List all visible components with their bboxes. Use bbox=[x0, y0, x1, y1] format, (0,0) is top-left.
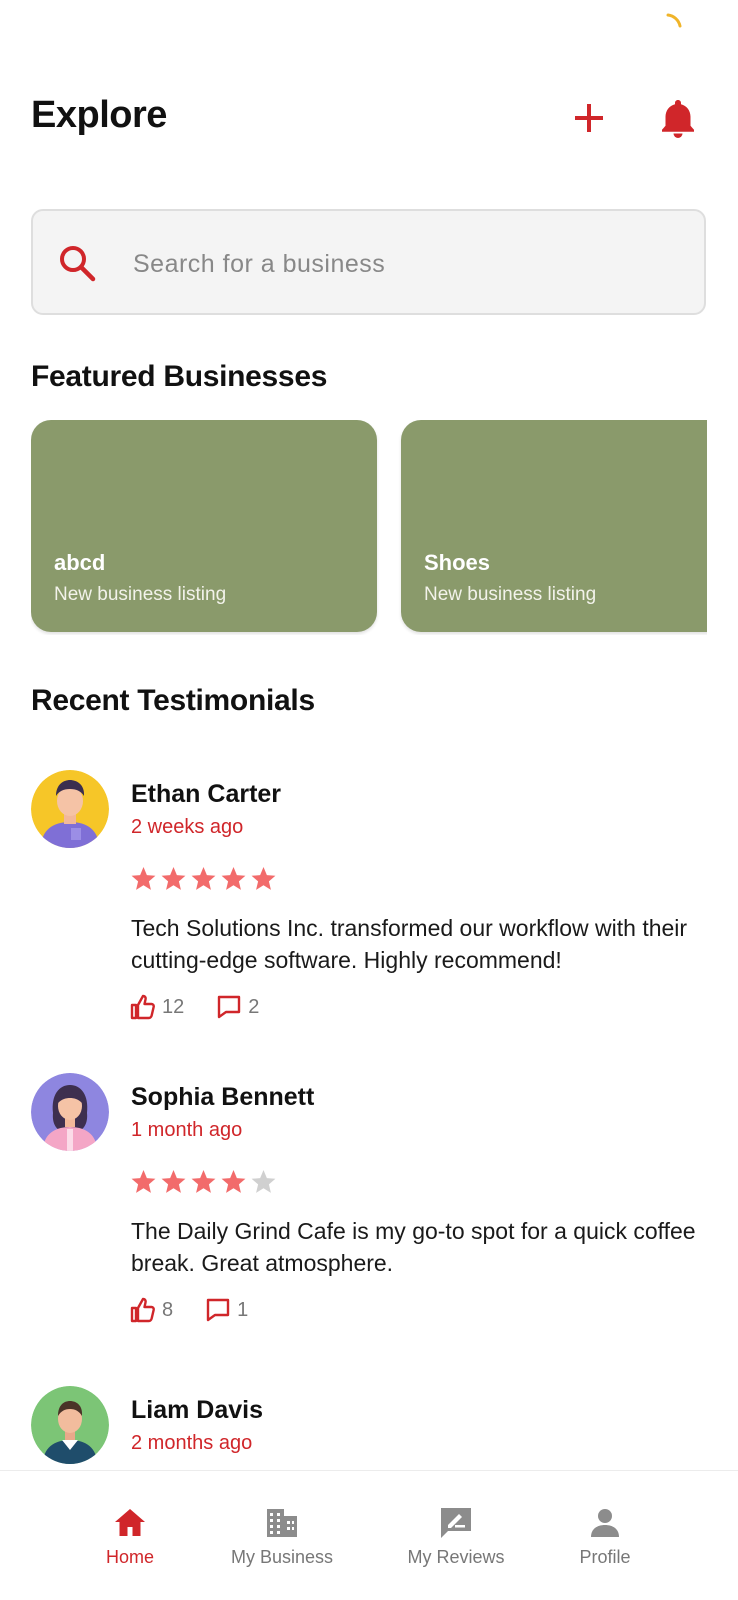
nav-item-profile[interactable]: Profile bbox=[565, 1505, 645, 1568]
star-filled-icon bbox=[131, 1170, 156, 1193]
nav-label: Profile bbox=[579, 1547, 631, 1567]
avatar[interactable] bbox=[31, 1386, 109, 1464]
star-rating bbox=[130, 1168, 277, 1198]
featured-carousel[interactable]: abcd New business listing Shoes New busi… bbox=[31, 420, 707, 635]
star-rating bbox=[130, 865, 277, 895]
star-filled-icon bbox=[251, 867, 276, 890]
thumbs-up-icon bbox=[130, 1297, 155, 1323]
testimonials-section-title: Recent Testimonials bbox=[31, 684, 315, 717]
avatar-woman-icon bbox=[31, 1073, 109, 1151]
featured-section-title: Featured Businesses bbox=[31, 360, 328, 393]
reviewer-name[interactable]: Ethan Carter bbox=[131, 780, 281, 809]
business-name: Shoes bbox=[424, 550, 491, 575]
reviewer-name[interactable]: Sophia Bennett bbox=[131, 1083, 314, 1112]
like-button[interactable]: 12 bbox=[130, 994, 184, 1020]
testimonial-item: Sophia Bennett 1 month ago The Daily Gri… bbox=[31, 1073, 707, 1343]
nav-item-my-reviews[interactable]: My Reviews bbox=[396, 1505, 516, 1568]
like-button[interactable]: 8 bbox=[130, 1297, 173, 1323]
nav-label: My Reviews bbox=[407, 1547, 505, 1567]
building-icon bbox=[267, 1509, 297, 1537]
featured-business-card[interactable]: Shoes New business listing bbox=[401, 420, 707, 632]
avatar[interactable] bbox=[31, 770, 109, 848]
star-filled-icon bbox=[191, 867, 216, 890]
business-name: abcd bbox=[54, 550, 106, 575]
plus-icon bbox=[575, 104, 603, 132]
business-subtitle: New business listing bbox=[54, 584, 227, 605]
reviewer-name[interactable]: Liam Davis bbox=[131, 1396, 263, 1425]
star-filled-icon bbox=[161, 1170, 186, 1193]
comment-icon bbox=[206, 1298, 230, 1322]
search-bar[interactable] bbox=[31, 209, 706, 315]
like-count: 12 bbox=[162, 995, 185, 1018]
bottom-navigation: Home My Business My Reviews Profile bbox=[0, 1470, 738, 1600]
bell-icon bbox=[662, 100, 694, 138]
nav-label: Home bbox=[105, 1547, 154, 1567]
review-time: 2 weeks ago bbox=[131, 816, 244, 838]
star-filled-icon bbox=[161, 867, 186, 890]
loading-spinner-icon bbox=[666, 13, 682, 28]
review-time: 2 months ago bbox=[131, 1432, 253, 1454]
page-title: Explore bbox=[31, 94, 167, 136]
comment-icon bbox=[218, 995, 241, 1019]
person-icon bbox=[591, 1509, 619, 1537]
review-actions: 12 2 bbox=[130, 992, 291, 1022]
review-actions: 8 1 bbox=[130, 1295, 280, 1325]
home-icon bbox=[115, 1509, 145, 1536]
avatar-man-icon bbox=[31, 1386, 109, 1464]
search-input[interactable] bbox=[131, 239, 675, 289]
business-subtitle: New business listing bbox=[424, 584, 597, 605]
review-text: The Daily Grind Cafe is my go-to spot fo… bbox=[131, 1218, 696, 1276]
comment-count: 1 bbox=[237, 1298, 249, 1321]
testimonial-item: Liam Davis 2 months ago bbox=[31, 1386, 707, 1476]
star-empty-icon bbox=[251, 1170, 276, 1193]
avatar[interactable] bbox=[31, 1073, 109, 1151]
page-header: Explore bbox=[31, 90, 707, 150]
star-filled-icon bbox=[131, 867, 156, 890]
review-text: Tech Solutions Inc. transformed our work… bbox=[131, 915, 688, 973]
notifications-button[interactable] bbox=[656, 96, 700, 140]
comment-button[interactable]: 2 bbox=[216, 994, 259, 1020]
thumbs-up-icon bbox=[130, 994, 155, 1020]
review-edit-icon bbox=[441, 1508, 471, 1538]
avatar-man-icon bbox=[31, 770, 109, 848]
testimonial-item: Ethan Carter 2 weeks ago Tech Solutions … bbox=[31, 770, 707, 1040]
comment-count: 2 bbox=[248, 995, 260, 1018]
nav-item-my-business[interactable]: My Business bbox=[222, 1505, 342, 1568]
like-count: 8 bbox=[162, 1298, 174, 1321]
featured-business-card[interactable]: abcd New business listing bbox=[31, 420, 377, 632]
nav-item-home[interactable]: Home bbox=[93, 1505, 167, 1568]
star-filled-icon bbox=[221, 1170, 246, 1193]
star-filled-icon bbox=[221, 867, 246, 890]
comment-button[interactable]: 1 bbox=[205, 1297, 248, 1323]
review-time: 1 month ago bbox=[131, 1119, 243, 1141]
star-filled-icon bbox=[191, 1170, 216, 1193]
add-button[interactable] bbox=[567, 96, 611, 140]
nav-label: My Business bbox=[230, 1547, 334, 1567]
explore-screen: Explore Featured Businesses abcd New bus… bbox=[0, 0, 738, 1600]
search-icon bbox=[60, 246, 96, 282]
